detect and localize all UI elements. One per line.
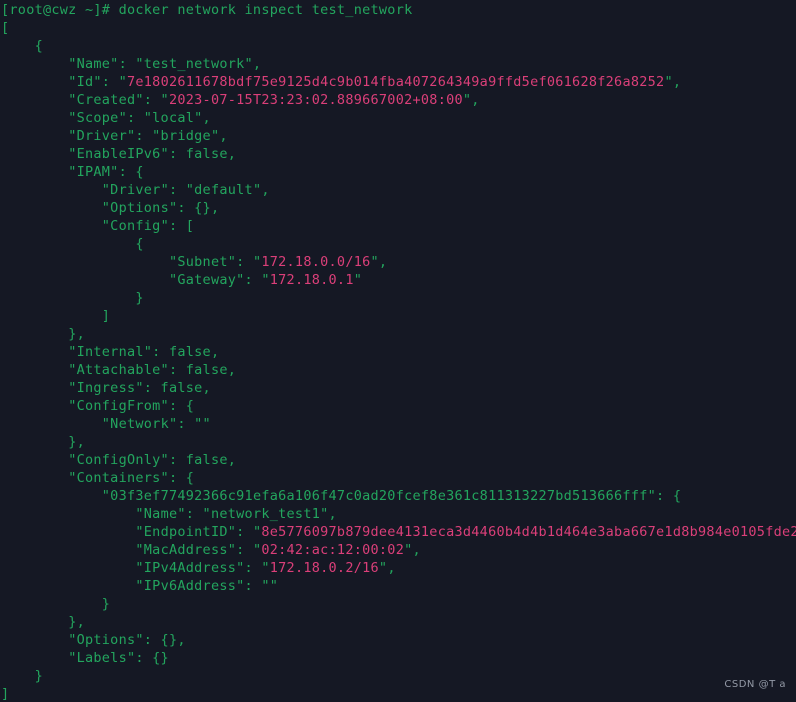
json-value-token: 8e5776097b879dee4131eca3d4460b4d4b1d464e… (261, 524, 796, 540)
terminal-output-line: "IPAM": { (1, 163, 796, 181)
terminal-output-line: "EnableIPv6": false, (1, 145, 796, 163)
json-token: "03f3ef77492366c91efa6a106f47c0ad20fcef8… (101, 488, 682, 504)
terminal-output-line: "IPv4Address": "172.18.0.2/16", (1, 559, 796, 577)
terminal-output-line: "Subnet": "172.18.0.0/16", (1, 253, 796, 271)
terminal-output-line: "03f3ef77492366c91efa6a106f47c0ad20fcef8… (1, 487, 796, 505)
json-token: "ConfigFrom": { (68, 398, 195, 414)
json-token: "Scope": "local", (68, 110, 211, 126)
terminal-output-line: "Config": [ (1, 217, 796, 235)
json-token: "Name": "network_test1", (135, 506, 337, 522)
json-token: ", (462, 92, 480, 108)
terminal-output-line: } (1, 595, 796, 613)
json-token: ", (370, 254, 388, 270)
json-token: "Config": [ (101, 218, 195, 234)
terminal-output-line: [ (1, 19, 796, 37)
terminal-output-line: "Options": {}, (1, 199, 796, 217)
terminal-output-line: }, (1, 433, 796, 451)
json-value-token: 172.18.0.2/16 (269, 560, 379, 576)
json-token: } (34, 668, 43, 684)
terminal-output-line: "Created": "2023-07-15T23:23:02.88966700… (1, 91, 796, 109)
json-value-token: 172.18.0.1 (269, 272, 354, 288)
terminal-output-line: "Name": "test_network", (1, 55, 796, 73)
json-token: "IPv4Address": " (135, 560, 270, 576)
json-token: "Labels": {} (68, 650, 169, 666)
json-token: ] (101, 308, 111, 324)
terminal-output-line: }, (1, 613, 796, 631)
terminal-output-line: "IPv6Address": "" (1, 577, 796, 595)
json-value-token: 02:42:ac:12:00:02 (261, 542, 405, 558)
terminal-output-line: }, (1, 325, 796, 343)
terminal-output-line: "EndpointID": "8e5776097b879dee4131eca3d… (1, 523, 796, 541)
json-token: } (135, 290, 144, 306)
json-value-token: 2023-07-15T23:23:02.889667002+08:00 (168, 92, 463, 108)
json-token: "ConfigOnly": false, (68, 452, 237, 468)
terminal-output-line: ] (1, 307, 796, 325)
json-token: "EnableIPv6": false, (68, 146, 237, 162)
terminal-output-line: "Scope": "local", (1, 109, 796, 127)
json-token: "Attachable": false, (68, 362, 237, 378)
terminal-output-line: "ConfigFrom": { (1, 397, 796, 415)
terminal-output-line: "Name": "network_test1", (1, 505, 796, 523)
json-token: { (34, 38, 43, 54)
json-token: "Gateway": " (168, 272, 270, 288)
json-token: "Options": {}, (101, 200, 220, 216)
terminal-output-line: } (1, 667, 796, 685)
json-token: [ (1, 20, 10, 36)
terminal-output-line: "Attachable": false, (1, 361, 796, 379)
terminal-output-line: ] (1, 685, 796, 702)
json-token: "EndpointID": " (135, 524, 262, 540)
terminal-output-line: "ConfigOnly": false, (1, 451, 796, 469)
terminal-output-line: "Gateway": "172.18.0.1" (1, 271, 796, 289)
json-token: [root@cwz ~]# docker network inspect tes… (1, 2, 413, 18)
json-token: "Internal": false, (68, 344, 220, 360)
json-token: }, (68, 434, 85, 450)
json-token: ", (378, 560, 396, 576)
csdn-watermark: CSDN @T a (724, 679, 786, 690)
json-token: "Options": {}, (68, 632, 186, 648)
terminal-output-line: { (1, 235, 796, 253)
json-token: " (353, 272, 363, 288)
json-token: { (135, 236, 144, 252)
terminal-output-line: } (1, 289, 796, 307)
json-token: "Driver": "bridge", (68, 128, 228, 144)
json-token: "IPAM": { (68, 164, 144, 180)
json-token: "Id": " (68, 74, 127, 90)
terminal-window[interactable]: [root@cwz ~]# docker network inspect tes… (0, 0, 796, 702)
terminal-output-line: { (1, 37, 796, 55)
json-token: "Ingress": false, (68, 380, 211, 396)
terminal-output-line: "Containers": { (1, 469, 796, 487)
json-token: "MacAddress": " (135, 542, 262, 558)
json-token: ] (1, 686, 10, 702)
terminal-prompt-line: [root@cwz ~]# docker network inspect tes… (1, 1, 796, 19)
json-token: }, (68, 326, 85, 342)
terminal-output-line: "Labels": {} (1, 649, 796, 667)
json-token: "Created": " (68, 92, 169, 108)
terminal-output-line: "Id": "7e1802611678bdf75e9125d4c9b014fba… (1, 73, 796, 91)
terminal-output-line: "Network": "" (1, 415, 796, 433)
terminal-output-line: "Driver": "bridge", (1, 127, 796, 145)
json-token: }, (68, 614, 85, 630)
terminal-output: [root@cwz ~]# docker network inspect tes… (1, 1, 796, 702)
json-token: ", (404, 542, 421, 558)
json-token: "IPv6Address": "" (135, 578, 279, 594)
terminal-output-line: "Ingress": false, (1, 379, 796, 397)
json-token: ", (664, 74, 682, 90)
json-value-token: 172.18.0.0/16 (261, 254, 371, 270)
json-value-token: 7e1802611678bdf75e9125d4c9b014fba4072643… (126, 74, 665, 90)
json-token: } (101, 596, 111, 612)
terminal-output-line: "Internal": false, (1, 343, 796, 361)
json-token: "Containers": { (68, 470, 195, 486)
json-token: "Network": "" (101, 416, 211, 432)
json-token: "Subnet": " (168, 254, 262, 270)
json-token: "Name": "test_network", (68, 56, 262, 72)
terminal-output-line: "Options": {}, (1, 631, 796, 649)
json-token: "Driver": "default", (101, 182, 270, 198)
terminal-output-line: "Driver": "default", (1, 181, 796, 199)
terminal-output-line: "MacAddress": "02:42:ac:12:00:02", (1, 541, 796, 559)
